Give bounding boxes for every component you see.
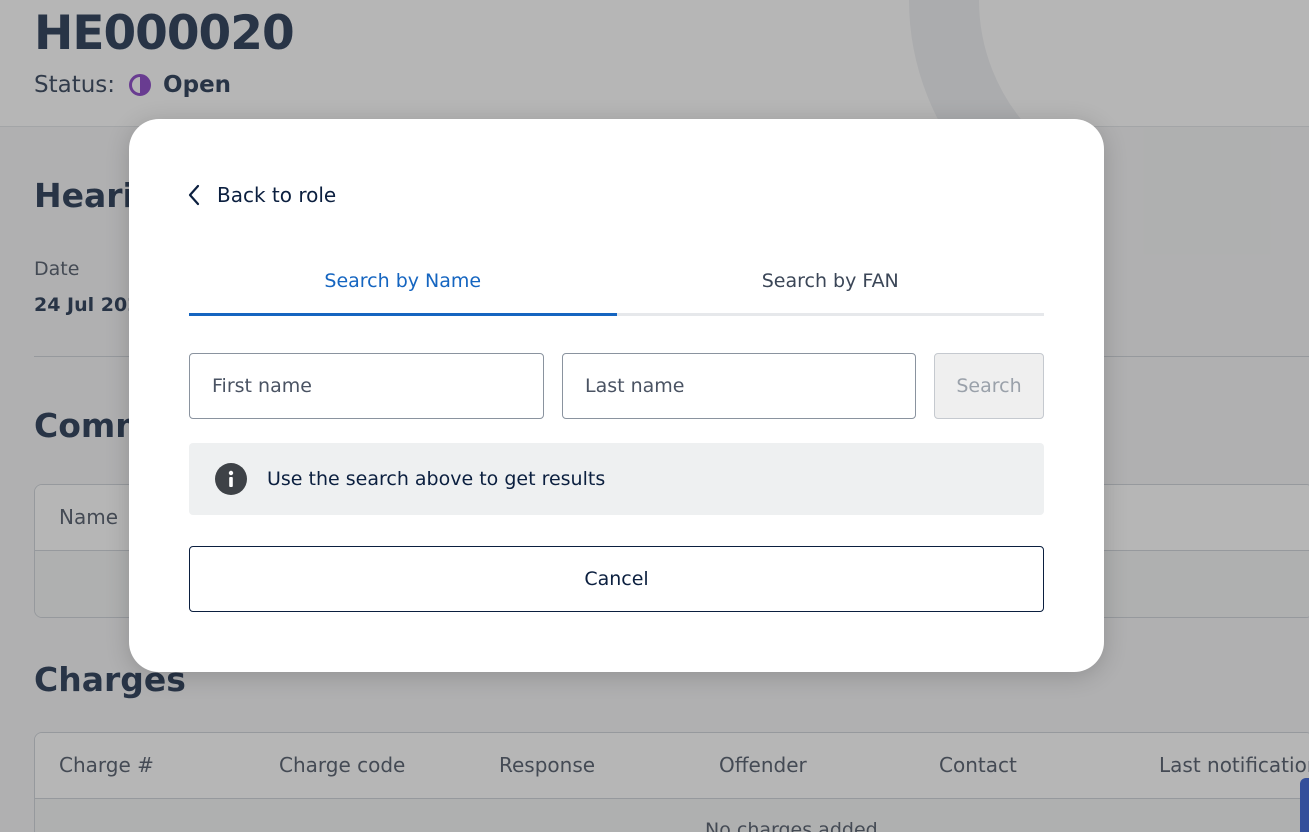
tab-search-by-name[interactable]: Search by Name [189,249,617,316]
info-message-text: Use the search above to get results [267,468,606,490]
tab-search-by-fan[interactable]: Search by FAN [617,249,1045,313]
search-person-modal: Back to role Search by Name Search by FA… [129,119,1104,672]
last-name-input[interactable] [562,353,916,419]
first-name-input[interactable] [189,353,544,419]
back-to-role-label: Back to role [217,183,337,207]
back-to-role-link[interactable]: Back to role [187,183,336,207]
search-mode-tabs: Search by Name Search by FAN [189,249,1044,316]
search-button[interactable]: Search [934,353,1044,419]
info-icon [215,463,247,495]
cancel-button[interactable]: Cancel [189,546,1044,612]
info-message-box: Use the search above to get results [189,443,1044,515]
chevron-left-icon [188,184,200,206]
